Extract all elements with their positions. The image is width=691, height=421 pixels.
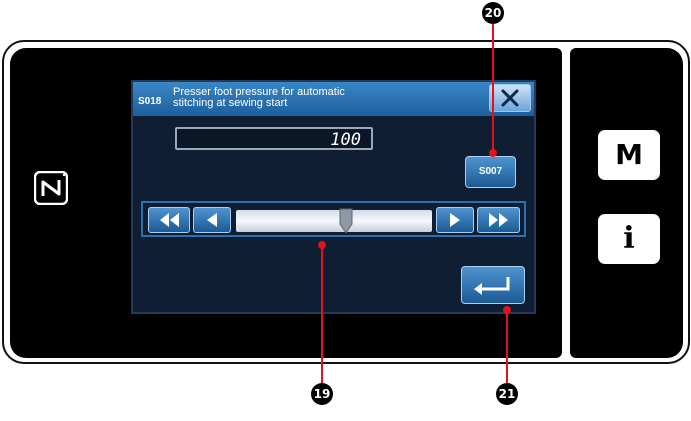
double-left-arrow-icon (160, 213, 179, 227)
callout-number-21: 21 (496, 383, 518, 405)
left-arrow-icon (207, 213, 217, 227)
setting-code: S018 (138, 96, 162, 107)
callout-dot-20 (489, 149, 497, 157)
side-panel (570, 48, 683, 358)
callout-line-21 (506, 310, 508, 383)
callout-line-20 (492, 24, 494, 152)
increase-button[interactable] (436, 207, 474, 233)
enter-icon (474, 277, 510, 295)
right-arrow-icon (450, 213, 460, 227)
close-icon (501, 89, 519, 107)
callout-number-19: 19 (311, 383, 333, 405)
slider-track[interactable] (236, 208, 432, 234)
enter-button[interactable] (461, 266, 525, 304)
slider-thumb[interactable] (339, 208, 353, 234)
callout-number-20: 20 (482, 2, 504, 24)
value-display: 100 (175, 127, 373, 150)
double-right-arrow-icon (489, 213, 508, 227)
fast-increase-button[interactable] (477, 207, 520, 233)
value-text: 100 (330, 130, 361, 150)
menu-button[interactable]: M (598, 130, 660, 180)
s007-button[interactable]: S007 (465, 156, 516, 188)
callout-line-19 (321, 245, 323, 383)
dialog-title: Presser foot pressure for automatic stit… (173, 86, 345, 109)
nfc-icon (34, 171, 68, 205)
fast-decrease-button[interactable] (148, 207, 190, 233)
info-button[interactable]: i (598, 214, 660, 264)
decrease-button[interactable] (193, 207, 231, 233)
close-button[interactable] (489, 84, 531, 112)
